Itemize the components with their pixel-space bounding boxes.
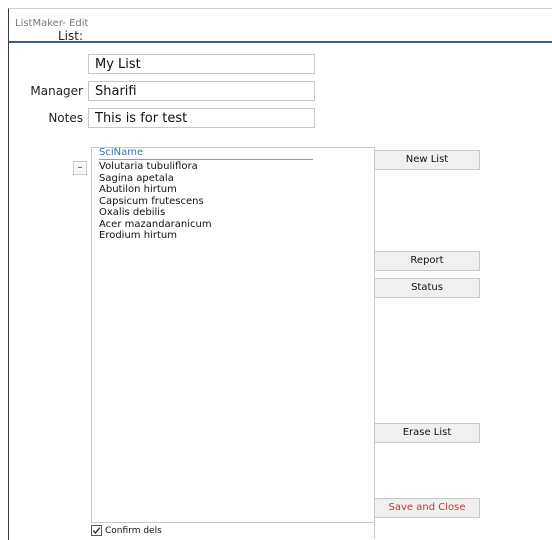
panel-divider (374, 147, 375, 539)
list-item[interactable]: Volutaria tubuliflora (99, 161, 212, 173)
report-button[interactable]: Report (374, 251, 480, 271)
confirm-dels-label: Confirm dels (105, 525, 162, 536)
list-item[interactable]: Abutilon hirtum (99, 184, 212, 196)
species-listbox[interactable]: SciName Volutaria tubuliflora Sagina ape… (91, 147, 375, 523)
species-items: Volutaria tubuliflora Sagina apetala Abu… (99, 161, 212, 242)
status-button[interactable]: Status (374, 278, 480, 298)
remove-item-button[interactable]: – (73, 161, 87, 175)
list-item[interactable]: Erodium hirtum (99, 230, 212, 242)
notes-field[interactable]: This is for test (88, 108, 315, 128)
confirm-dels-toggle[interactable]: Confirm dels (91, 525, 162, 536)
notes-label: Notes (48, 111, 83, 125)
list-label: List: (57, 29, 83, 43)
window-title: ListMaker- Edit (15, 18, 89, 29)
list-name-field[interactable]: My List (88, 54, 315, 74)
column-header-sciname[interactable]: SciName (99, 147, 313, 160)
list-item[interactable]: Capsicum frutescens (99, 196, 212, 208)
listmaker-window: ListMaker- Edit List: My List Manager Sh… (8, 8, 552, 540)
list-item[interactable]: Acer mazandaranicum (99, 219, 212, 231)
checkbox-checked-icon[interactable] (91, 525, 102, 536)
manager-field[interactable]: Sharifi (88, 81, 315, 101)
list-item[interactable]: Oxalis debilis (99, 207, 212, 219)
title-bar: ListMaker- Edit (9, 9, 552, 41)
save-and-close-button[interactable]: Save and Close (374, 498, 480, 518)
manager-label: Manager (30, 84, 83, 98)
erase-list-button[interactable]: Erase List (374, 423, 480, 443)
list-item[interactable]: Sagina apetala (99, 173, 212, 185)
new-list-button[interactable]: New List (374, 150, 480, 170)
title-divider (9, 41, 552, 43)
